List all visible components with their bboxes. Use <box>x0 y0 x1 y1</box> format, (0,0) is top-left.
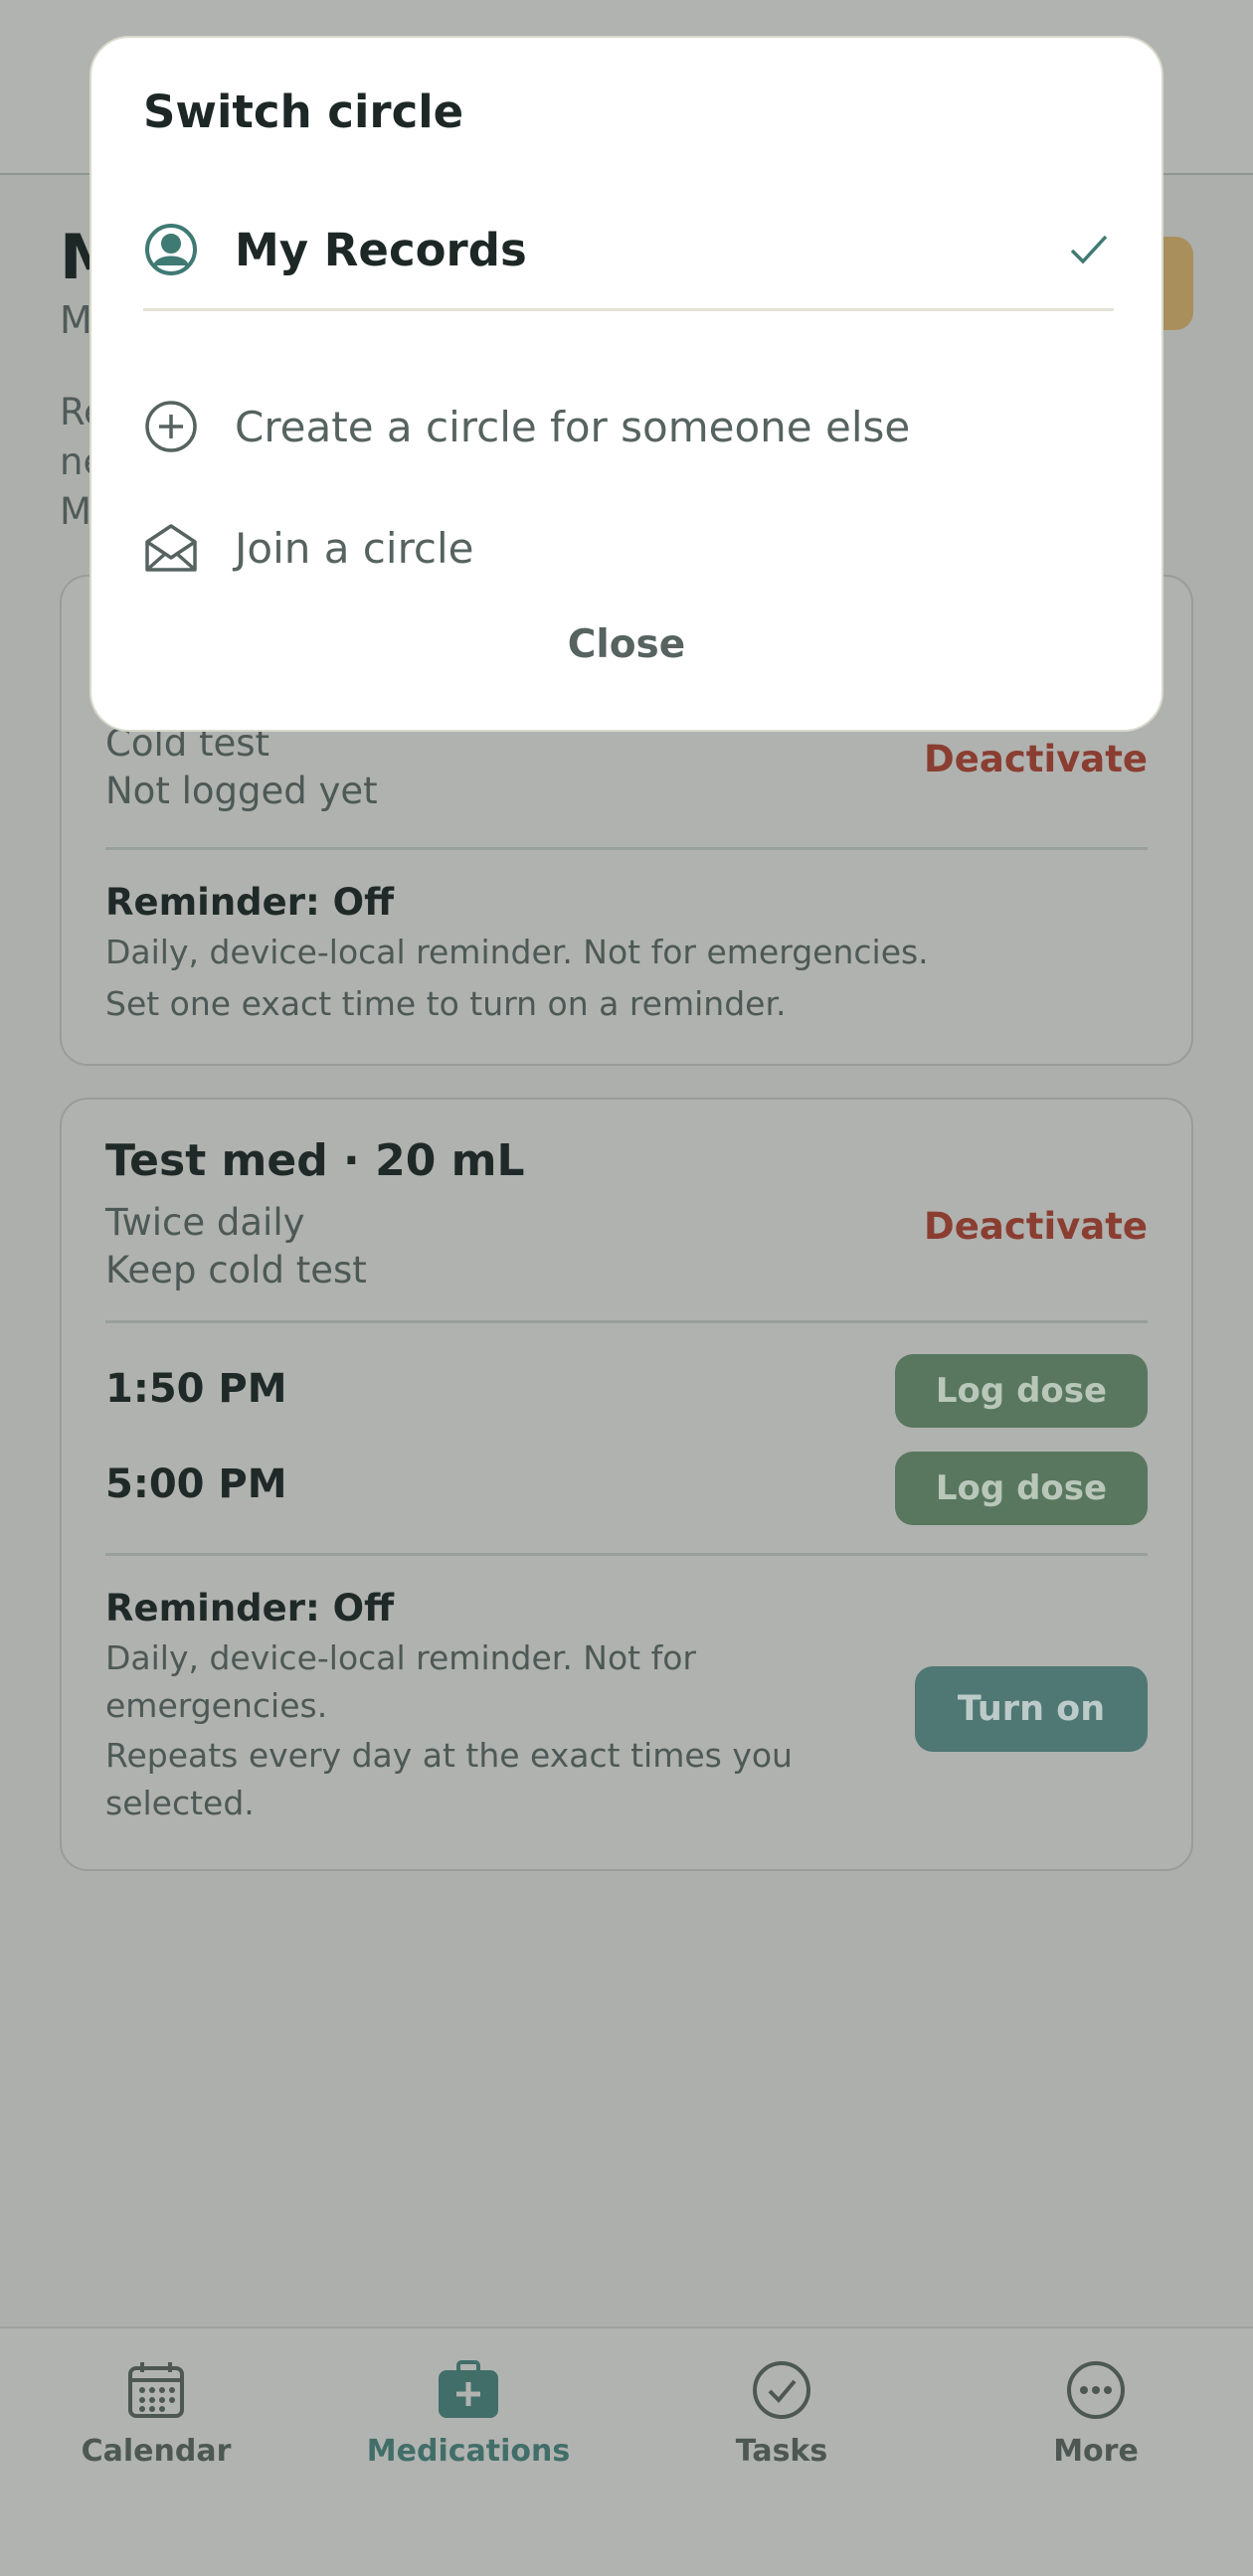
envelope-open-icon <box>143 520 199 576</box>
card-divider <box>105 1320 1148 1323</box>
deactivate-button[interactable]: Deactivate <box>924 1205 1148 1248</box>
join-circle-label: Join a circle <box>235 523 474 573</box>
create-circle-option[interactable]: Create a circle for someone else <box>143 382 1114 471</box>
checkmark-icon <box>1064 225 1114 274</box>
card-divider <box>105 1553 1148 1556</box>
dose-time: 5:00 PM <box>105 1461 287 1507</box>
plus-circle-icon <box>143 399 199 454</box>
circle-option-label: My Records <box>235 223 527 276</box>
dose-time: 1:50 PM <box>105 1366 287 1412</box>
reminder-hint: Set one exact time to turn on a reminder… <box>105 984 787 1023</box>
bottom-navigation: Calendar Medications Tasks More <box>0 2326 1253 2576</box>
medication-instructions: Keep cold test <box>105 1249 367 1291</box>
medication-title: Test med · 20 mL <box>105 1135 525 1186</box>
modal-divider <box>143 308 1114 311</box>
nav-label: Calendar <box>81 2434 232 2469</box>
reminder-title: Reminder: Off <box>105 1587 395 1630</box>
reminder-hint: Repeats every day at the exact times you… <box>105 1736 793 1822</box>
close-button[interactable]: Close <box>91 622 1162 667</box>
deactivate-button[interactable]: Deactivate <box>924 738 1148 780</box>
calendar-icon <box>124 2358 188 2422</box>
medication-card: Test med · 20 mL Twice daily Keep cold t… <box>60 1098 1193 1871</box>
nav-label: Tasks <box>735 2434 828 2469</box>
create-circle-label: Create a circle for someone else <box>235 402 911 451</box>
switch-circle-modal: Switch circle My Records Create a circle… <box>90 36 1164 732</box>
nav-label: More <box>1053 2434 1139 2469</box>
nav-label: Medications <box>366 2434 571 2469</box>
circle-option-my-records[interactable]: My Records <box>143 205 1114 294</box>
log-dose-button[interactable]: Log dose <box>895 1354 1148 1428</box>
reminder-description: Daily, device-local reminder. Not for em… <box>105 1638 696 1725</box>
reminder-description: Daily, device-local reminder. Not for em… <box>105 933 929 971</box>
medication-frequency: Twice daily <box>105 1201 305 1244</box>
medkit-icon <box>437 2358 500 2422</box>
log-dose-button[interactable]: Log dose <box>895 1452 1148 1525</box>
reminder-title: Reminder: Off <box>105 881 395 924</box>
nav-item-more[interactable]: More <box>977 2358 1215 2469</box>
modal-title: Switch circle <box>143 86 464 138</box>
page-subtitle: M <box>60 298 92 342</box>
nav-item-calendar[interactable]: Calendar <box>37 2358 275 2469</box>
more-icon <box>1064 2358 1128 2422</box>
nav-item-medications[interactable]: Medications <box>349 2358 588 2469</box>
card-divider <box>105 847 1148 850</box>
turn-on-reminder-button[interactable]: Turn on <box>915 1666 1148 1752</box>
nav-item-tasks[interactable]: Tasks <box>662 2358 901 2469</box>
join-circle-option[interactable]: Join a circle <box>143 503 1114 593</box>
medication-status: Not logged yet <box>105 770 378 812</box>
check-circle-icon <box>750 2358 813 2422</box>
user-circle-icon <box>143 222 199 277</box>
